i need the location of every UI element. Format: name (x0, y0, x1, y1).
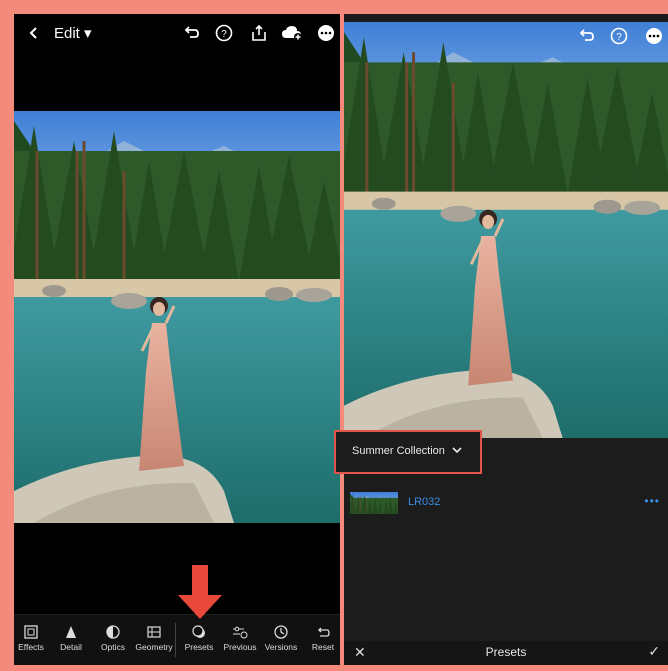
svg-text:?: ? (221, 29, 227, 40)
previous-icon (233, 626, 248, 639)
preset-preview-photo (344, 22, 668, 438)
edit-photo (14, 111, 340, 523)
preset-more-icon[interactable]: ••• (644, 494, 660, 508)
cloud-add-icon[interactable] (280, 21, 304, 45)
preset-name: LR032 (408, 496, 441, 508)
tool-detail[interactable]: Detail (51, 619, 91, 663)
more-icon[interactable] (314, 21, 338, 45)
panel-title: Presets (485, 645, 527, 659)
undo-icon[interactable] (574, 24, 598, 48)
versions-icon (274, 625, 288, 639)
geometry-icon (147, 626, 161, 638)
right-phone-screen: ? LR032 ••• ✕ Presets ✓ (344, 14, 668, 665)
undo-icon[interactable] (179, 21, 203, 45)
collection-dropdown[interactable]: Summer Collection (334, 430, 482, 474)
tool-reset[interactable]: Reset (303, 619, 340, 663)
detail-icon (66, 626, 76, 638)
tool-presets[interactable]: Presets (179, 619, 219, 663)
top-bar: Edit ▾ ? (14, 14, 340, 52)
confirm-icon[interactable]: ✓ (648, 643, 660, 660)
toolbar-divider (175, 623, 176, 657)
help-icon[interactable]: ? (607, 24, 631, 48)
share-icon[interactable] (247, 21, 271, 45)
svg-text:?: ? (616, 32, 622, 43)
help-icon[interactable]: ? (212, 21, 236, 45)
tool-versions[interactable]: Versions (261, 619, 301, 663)
preset-item[interactable]: LR032 ••• (350, 492, 660, 514)
red-arrow-annotation (178, 565, 222, 619)
tool-previous[interactable]: Previous (220, 619, 260, 663)
back-icon[interactable] (22, 21, 46, 45)
optics-icon (106, 625, 120, 639)
tool-geometry[interactable]: Geometry (134, 619, 174, 663)
preset-thumbnail (350, 492, 398, 514)
reset-icon (318, 627, 330, 637)
chevron-down-icon (452, 447, 462, 454)
presets-icon (192, 625, 205, 638)
edit-menu[interactable]: Edit ▾ (54, 24, 92, 42)
tool-effects[interactable]: Effects (14, 619, 51, 663)
collection-label: Summer Collection (352, 445, 445, 457)
tool-optics[interactable]: Optics (93, 619, 133, 663)
effects-icon (24, 625, 38, 639)
more-icon[interactable] (642, 24, 666, 48)
presets-bottom-bar: ✕ Presets ✓ (344, 641, 668, 665)
